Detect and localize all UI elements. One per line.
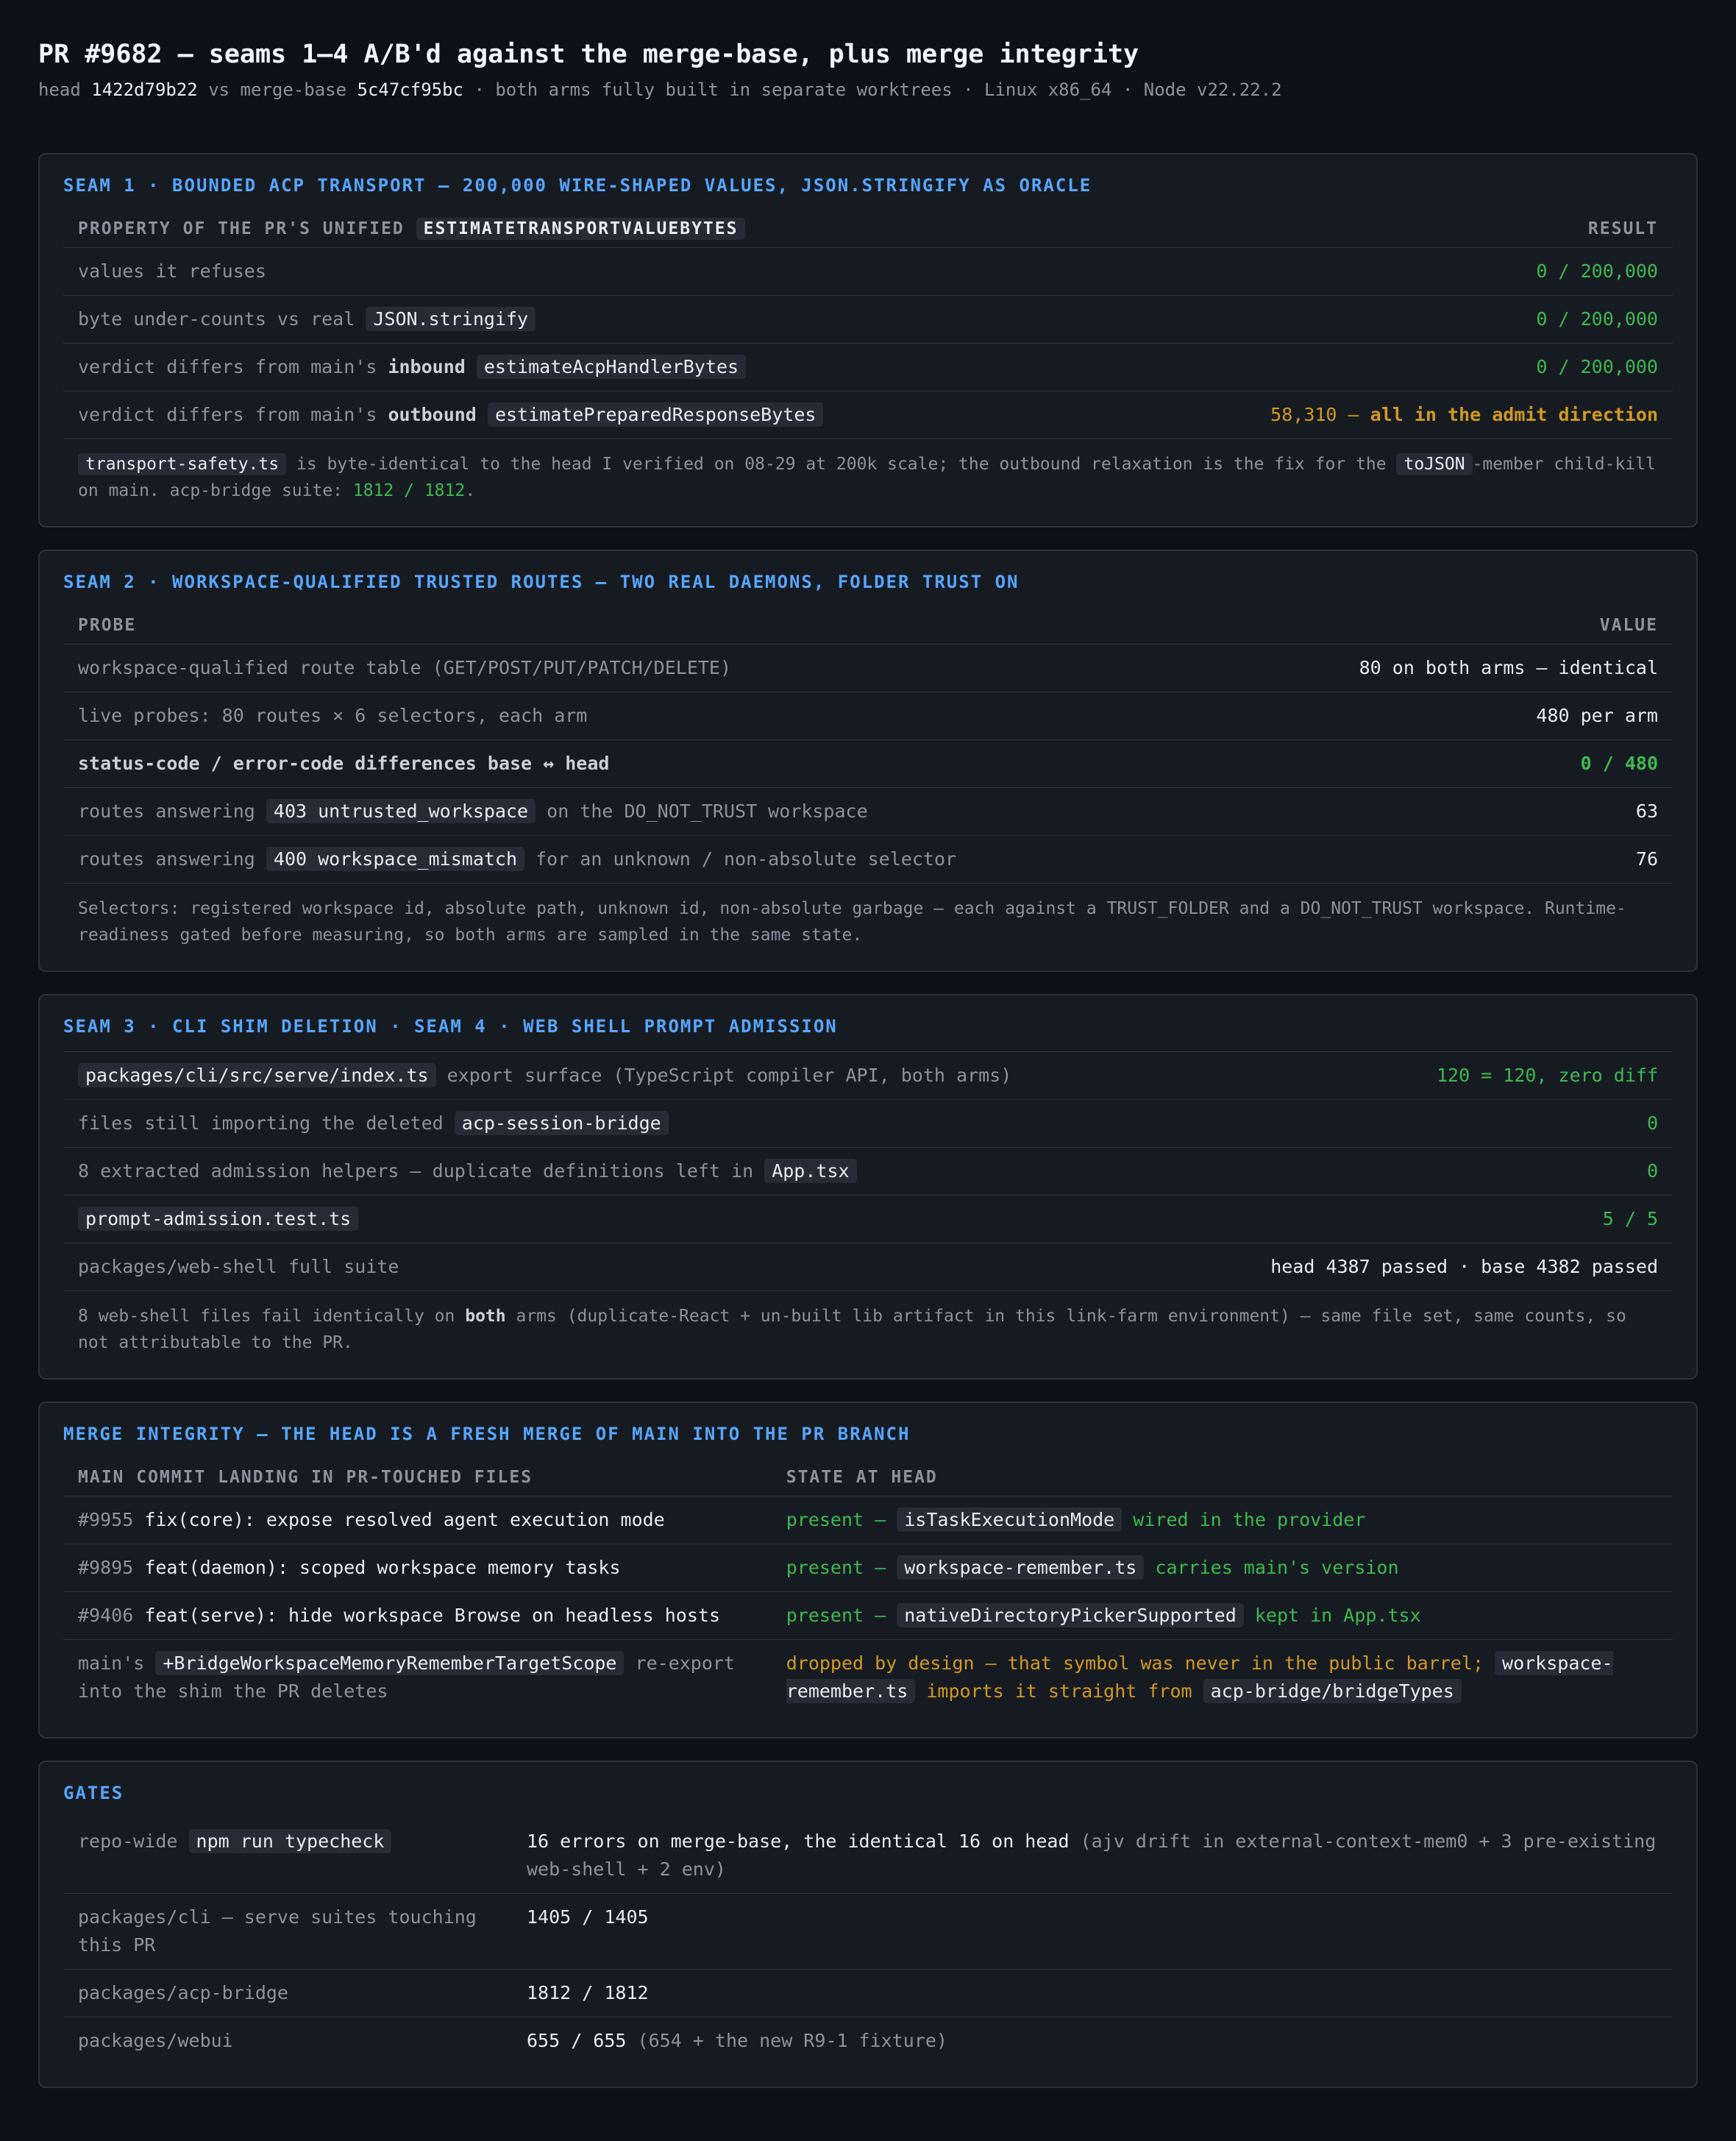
table-row: routes answering 403 untrusted_workspace… [63, 787, 1673, 836]
col-value: Value [1245, 607, 1673, 645]
table-row: verdict differs from main's outbound est… [63, 391, 1673, 439]
table-row: routes answering 400 workspace_mismatch … [63, 835, 1673, 884]
seam34-title: Seam 3 · CLI shim deletion · Seam 4 · we… [63, 1016, 838, 1037]
table-row: 8 extracted admission helpers — duplicat… [63, 1147, 1673, 1196]
table-row: verdict differs from main's inbound esti… [63, 343, 1673, 391]
seam34-card: Seam 3 · CLI shim deletion · Seam 4 · we… [38, 994, 1698, 1380]
table-row: workspace-qualified route table (GET/POS… [63, 644, 1673, 692]
gates-card: Gates repo-wide npm run typecheck 16 err… [38, 1761, 1698, 2088]
table-row: #9955 fix(core): expose resolved agent e… [63, 1496, 1673, 1544]
base-sha: 5c47cf95bc [357, 79, 464, 100]
table-row: packages/cli — serve suites touching thi… [63, 1893, 1673, 1970]
seam2-note: Selectors: registered workspace id, abso… [78, 899, 1626, 945]
col-result: Result [1109, 210, 1673, 248]
seam1-title: Seam 1 · bounded ACP transport — 200,000… [63, 175, 1092, 196]
col-state: State at head [771, 1459, 1673, 1496]
table-row: values it refuses 0 / 200,000 [63, 247, 1673, 296]
table-row: repo-wide npm run typecheck 16 errors on… [63, 1818, 1673, 1894]
page-subtitle: head 1422d79b22 vs merge-base 5c47cf95bc… [38, 79, 1282, 100]
col-commit: Main commit landing in PR-touched files [63, 1459, 772, 1496]
table-row: #9895 feat(daemon): scoped workspace mem… [63, 1544, 1673, 1592]
col-property: Property of the PR's unified estimateTra… [63, 210, 1110, 248]
table-row: packages/cli/src/serve/index.ts export s… [63, 1051, 1673, 1100]
seam2-card: Seam 2 · workspace-qualified trusted rou… [38, 550, 1698, 972]
table-row: status-code / error-code differences bas… [63, 739, 1673, 788]
merge-card: Merge integrity — the head is a fresh me… [38, 1402, 1698, 1739]
head-sha: 1422d79b22 [91, 79, 198, 100]
seam1-table: Property of the PR's unified estimateTra… [63, 210, 1673, 439]
merge-title: Merge integrity — the head is a fresh me… [63, 1424, 911, 1444]
table-row: packages/web-shell full suite head 4387 … [63, 1243, 1673, 1291]
seam34-note: 8 web-shell files fail identically on bo… [78, 1307, 1626, 1352]
seam34-table: packages/cli/src/serve/index.ts export s… [63, 1051, 1673, 1291]
table-row: byte under-counts vs real JSON.stringify… [63, 295, 1673, 344]
table-row: live probes: 80 routes × 6 selectors, ea… [63, 692, 1673, 740]
seam2-table: Probe Value workspace-qualified route ta… [63, 607, 1673, 884]
table-row: main's +BridgeWorkspaceMemoryRememberTar… [78, 1651, 1613, 1703]
page-title: PR #9682 — seams 1–4 A/B'd against the m… [38, 40, 1139, 69]
table-row: files still importing the deleted acp-se… [63, 1099, 1673, 1148]
seam1-note: transport-safety.ts is byte-identical to… [78, 453, 1656, 500]
col-probe: Probe [63, 607, 1245, 645]
merge-table: Main commit landing in PR-touched files … [63, 1459, 1673, 1715]
table-row: #9406 feat(serve): hide workspace Browse… [63, 1591, 1673, 1640]
seam2-title: Seam 2 · workspace-qualified trusted rou… [63, 572, 1020, 592]
table-row: packages/webui 655 / 655 (654 + the new … [78, 2030, 947, 2051]
table-row: packages/acp-bridge 1812 / 1812 [63, 1969, 1673, 2017]
gates-title: Gates [63, 1783, 124, 1803]
table-row: prompt-admission.test.ts 5 / 5 [63, 1195, 1673, 1243]
gates-table: repo-wide npm run typecheck 16 errors on… [63, 1818, 1673, 2064]
seam1-card: Seam 1 · bounded ACP transport — 200,000… [38, 153, 1698, 528]
